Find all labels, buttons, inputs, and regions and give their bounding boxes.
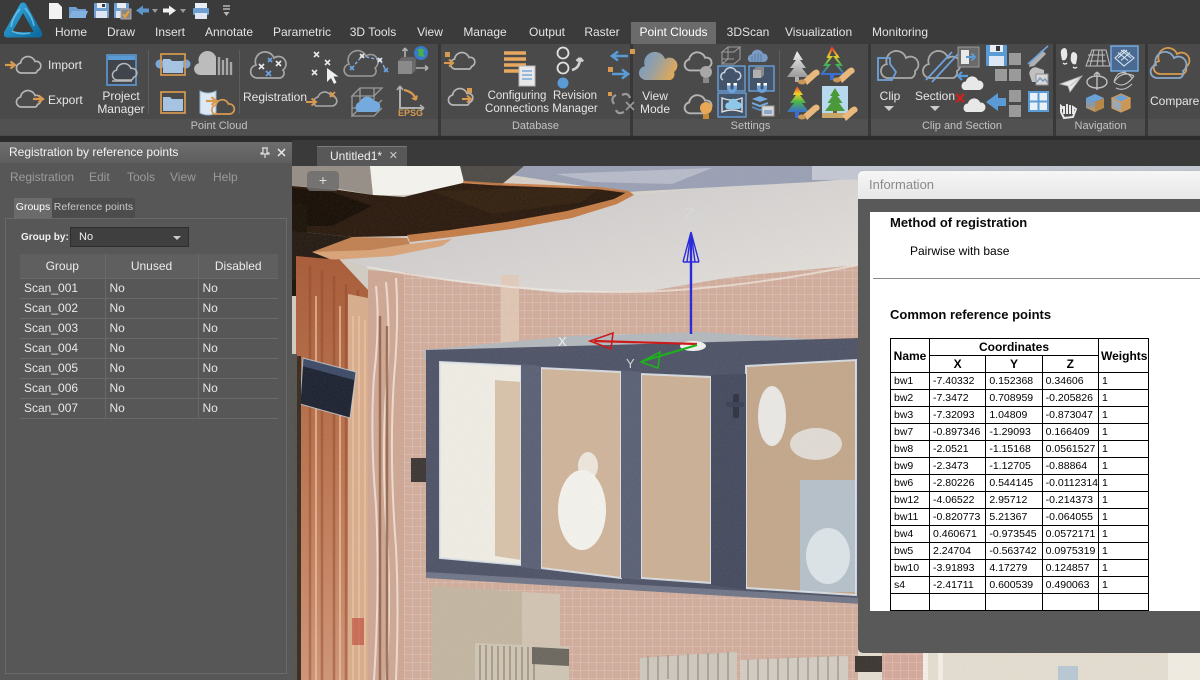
svg-text:EPSG: EPSG: [398, 108, 423, 118]
